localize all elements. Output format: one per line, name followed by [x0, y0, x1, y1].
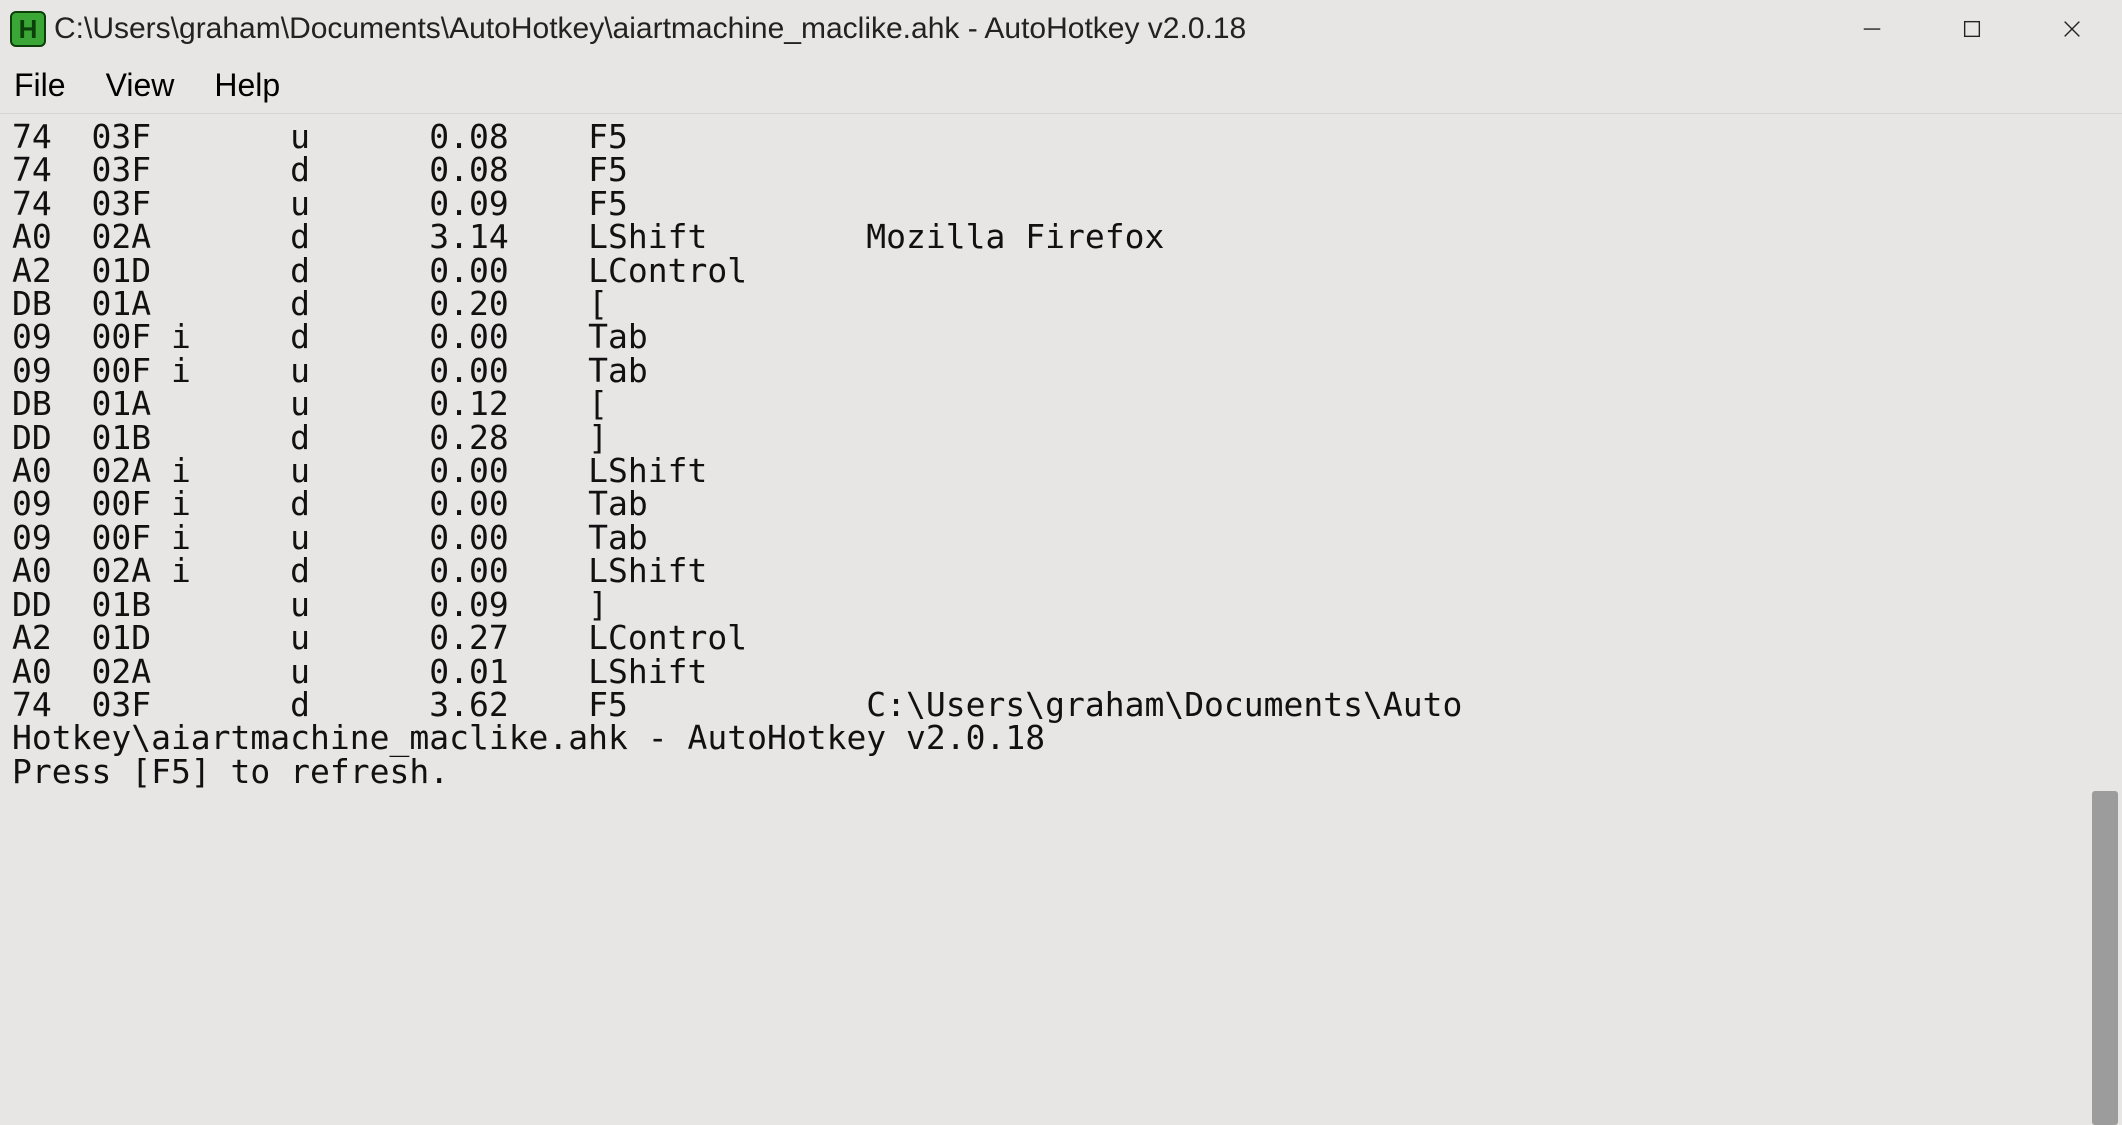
- menubar: File View Help: [0, 58, 2122, 114]
- window-controls: [1822, 0, 2122, 58]
- menu-file[interactable]: File: [14, 67, 66, 104]
- menu-help[interactable]: Help: [214, 67, 280, 104]
- close-button[interactable]: [2022, 0, 2122, 58]
- app-icon: H: [10, 11, 46, 47]
- titlebar[interactable]: H C:\Users\graham\Documents\AutoHotkey\a…: [0, 0, 2122, 58]
- close-icon: [2061, 18, 2083, 40]
- key-history-log[interactable]: 74 03F u 0.08 F5 74 03F d 0.08 F5 74 03F…: [0, 114, 2122, 1125]
- scroll-thumb[interactable]: [2092, 791, 2118, 1125]
- menu-view[interactable]: View: [106, 67, 175, 104]
- content-area: 74 03F u 0.08 F5 74 03F d 0.08 F5 74 03F…: [0, 114, 2122, 1125]
- maximize-icon: [1961, 18, 1983, 40]
- maximize-button[interactable]: [1922, 0, 2022, 58]
- minimize-icon: [1861, 18, 1883, 40]
- vertical-scrollbar[interactable]: [2092, 114, 2118, 1125]
- window-title: C:\Users\graham\Documents\AutoHotkey\aia…: [54, 12, 1822, 46]
- minimize-button[interactable]: [1822, 0, 1922, 58]
